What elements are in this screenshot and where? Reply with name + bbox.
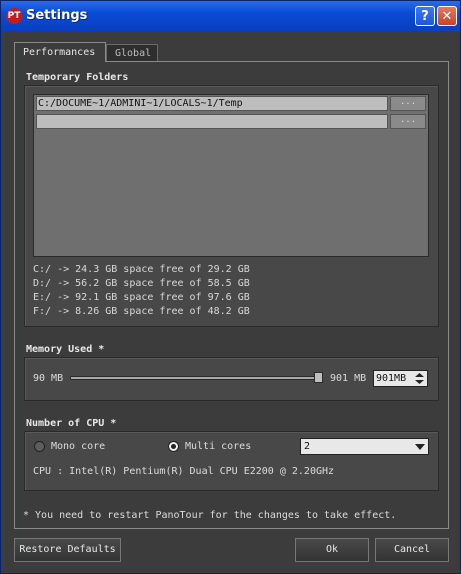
memory-slider-handle[interactable] — [314, 372, 323, 383]
memory-spinbox[interactable]: 901MB — [373, 370, 428, 387]
disk-space-line: E:/ -> 92.1 GB space free of 97.6 GB — [33, 292, 250, 303]
temp-folders-list[interactable]: C:/DOCUME~1/ADMINI~1/LOCALS~1/Temp ... .… — [33, 94, 429, 257]
temp-folder-path-field[interactable] — [36, 114, 388, 129]
disk-space-line: F:/ -> 8.26 GB space free of 48.2 GB — [33, 306, 250, 317]
app-icon: PT — [6, 8, 22, 24]
memory-min-label: 90 MB — [33, 373, 64, 384]
cpu-info: CPU : Intel(R) Pentium(R) Dual CPU E2200… — [33, 466, 335, 477]
tab-global[interactable]: Global — [106, 44, 158, 62]
disk-space-line: D:/ -> 56.2 GB space free of 58.5 GB — [33, 278, 250, 289]
mono-core-label[interactable]: Mono core — [51, 441, 105, 452]
memory-max-label: 901 MB — [330, 373, 367, 384]
multi-cores-label[interactable]: Multi cores — [185, 441, 251, 452]
mono-core-radio[interactable] — [34, 441, 45, 452]
tab-performances[interactable]: Performances — [14, 42, 106, 62]
temp-folders-title: Temporary Folders — [26, 72, 129, 83]
spin-arrows-icon[interactable] — [413, 372, 426, 385]
ok-button[interactable]: Ok — [295, 538, 369, 562]
multi-cores-radio[interactable] — [168, 441, 179, 452]
temp-folder-path-field[interactable]: C:/DOCUME~1/ADMINI~1/LOCALS~1/Temp — [36, 96, 388, 111]
title-bar[interactable]: PT Settings ? ✕ — [1, 1, 460, 31]
memory-slider-track[interactable] — [70, 376, 323, 380]
disk-space-line: C:/ -> 24.3 GB space free of 29.2 GB — [33, 264, 250, 275]
cores-count-value: 2 — [304, 441, 311, 452]
cpu-title: Number of CPU * — [26, 418, 117, 429]
settings-window: PT Settings ? ✕ Performances Global Temp… — [0, 0, 461, 574]
cancel-button[interactable]: Cancel — [375, 538, 449, 562]
restart-note: * You need to restart PanoTour for the c… — [23, 510, 397, 521]
close-button[interactable]: ✕ — [437, 6, 457, 26]
restore-defaults-button[interactable]: Restore Defaults — [14, 538, 121, 562]
cores-count-select[interactable]: 2 — [300, 438, 429, 455]
browse-folder-button[interactable]: ... — [390, 114, 426, 129]
help-button[interactable]: ? — [415, 6, 435, 26]
window-title: Settings — [26, 8, 88, 23]
chevron-down-icon[interactable] — [415, 444, 425, 450]
memory-title: Memory Used * — [26, 344, 105, 355]
browse-folder-button[interactable]: ... — [390, 96, 426, 111]
memory-value: 901MB — [376, 373, 407, 384]
